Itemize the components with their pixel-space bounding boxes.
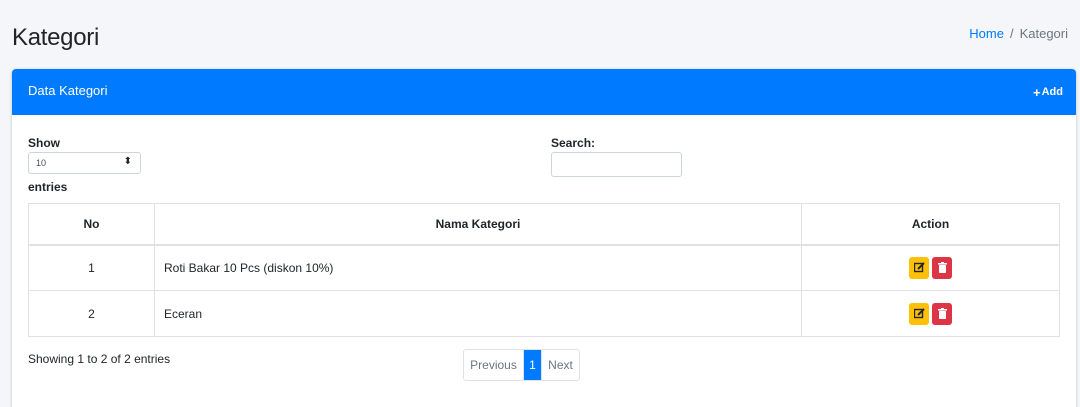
breadcrumb-home-link[interactable]: Home	[969, 26, 1004, 41]
row-no: 2	[28, 290, 155, 337]
column-header-no[interactable]: No	[28, 203, 155, 246]
pagination: Previous 1 Next	[463, 349, 580, 381]
search-label: Search:	[551, 136, 596, 150]
table-header-row: No Nama Kategori Action	[28, 203, 1060, 246]
edit-icon	[913, 308, 925, 319]
table-info: Showing 1 to 2 of 2 entries	[28, 352, 171, 366]
content-header: Kategori Home / Kategori	[0, 0, 1080, 68]
category-table: No Nama Kategori Action 1 Roti Bakar 10 …	[28, 203, 1060, 337]
show-label: Show	[28, 136, 60, 150]
search-input[interactable]	[551, 152, 682, 177]
breadcrumb-separator: /	[1009, 26, 1014, 41]
add-button[interactable]: + Add	[1033, 84, 1063, 100]
row-no: 1	[28, 244, 155, 291]
entries-length-value: 10	[36, 158, 47, 168]
edit-button[interactable]	[909, 256, 929, 279]
delete-button[interactable]	[932, 256, 952, 279]
row-actions	[801, 244, 1060, 291]
entries-length-select[interactable]: 10 ⬍	[28, 152, 141, 174]
row-actions	[801, 290, 1060, 337]
trash-icon	[937, 262, 947, 274]
page-title: Kategori	[12, 24, 99, 51]
breadcrumb-current: Kategori	[1019, 26, 1068, 41]
pagination-previous[interactable]: Previous	[464, 350, 524, 380]
category-card: Data Kategori + Add Show 10 ⬍ entries Se…	[12, 69, 1076, 407]
edit-icon	[913, 262, 925, 273]
table-row: 1 Roti Bakar 10 Pcs (diskon 10%)	[28, 244, 1060, 291]
row-name: Eceran	[154, 290, 802, 337]
column-header-name[interactable]: Nama Kategori	[154, 203, 802, 246]
row-name: Roti Bakar 10 Pcs (diskon 10%)	[154, 244, 802, 291]
card-header: Data Kategori + Add	[12, 69, 1076, 115]
card-title: Data Kategori	[28, 83, 108, 98]
pagination-next[interactable]: Next	[541, 350, 579, 380]
table-row: 2 Eceran	[28, 290, 1060, 337]
plus-icon: +	[1033, 84, 1041, 100]
select-caret-icon: ⬍	[123, 156, 132, 167]
add-button-label: Add	[1041, 86, 1063, 98]
delete-button[interactable]	[932, 302, 952, 325]
trash-icon	[937, 308, 947, 319]
breadcrumb: Home / Kategori	[969, 26, 1068, 41]
entries-label: entries	[28, 180, 68, 194]
column-header-action: Action	[801, 203, 1060, 246]
pagination-page-1[interactable]: 1	[524, 350, 541, 380]
edit-button[interactable]	[909, 302, 929, 325]
